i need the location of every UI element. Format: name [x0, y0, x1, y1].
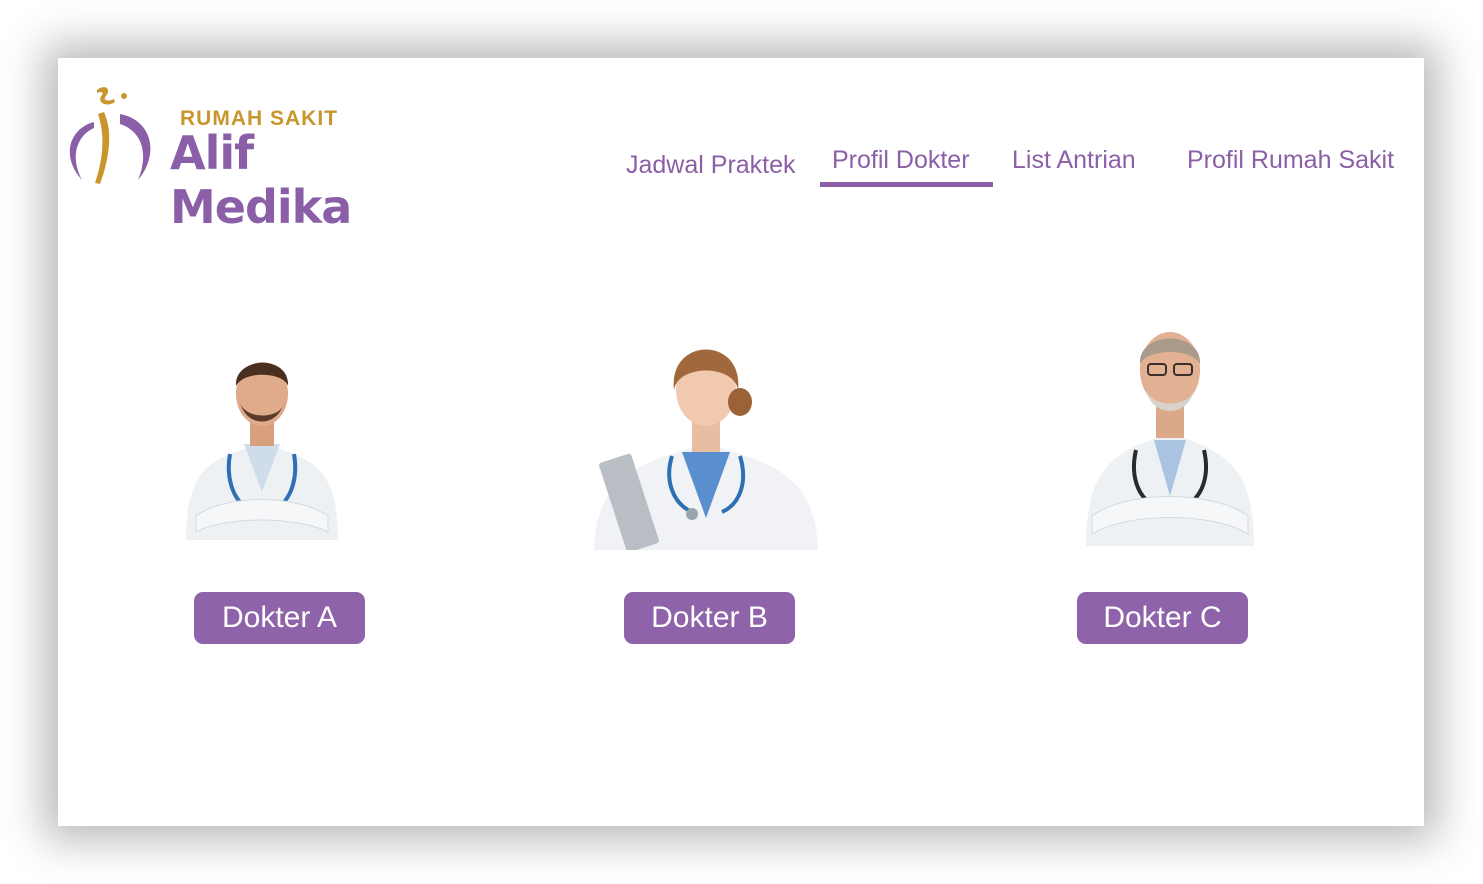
alif-logo-icon: [69, 87, 151, 184]
dokter-a-button[interactable]: Dokter A: [194, 592, 365, 644]
hospital-logo[interactable]: RUMAH SAKIT Alif Medika: [64, 84, 434, 234]
doctor-a-photo[interactable]: [186, 316, 338, 540]
doctor-b-photo[interactable]: [594, 306, 818, 550]
doctor-c-photo[interactable]: [1084, 290, 1256, 546]
app-window: RUMAH SAKIT Alif Medika Jadwal Praktek P…: [58, 58, 1424, 826]
active-nav-underline: [820, 182, 993, 187]
dokter-c-button[interactable]: Dokter C: [1077, 592, 1248, 644]
logo-title: Alif Medika: [170, 126, 352, 234]
nav-profil-dokter[interactable]: Profil Dokter: [832, 146, 970, 186]
nav-list-antrian[interactable]: List Antrian: [1012, 146, 1136, 186]
nav-jadwal-praktek[interactable]: Jadwal Praktek: [626, 151, 796, 191]
nav-profil-rumah-sakit[interactable]: Profil Rumah Sakit: [1187, 146, 1394, 186]
dokter-b-button[interactable]: Dokter B: [624, 592, 795, 644]
